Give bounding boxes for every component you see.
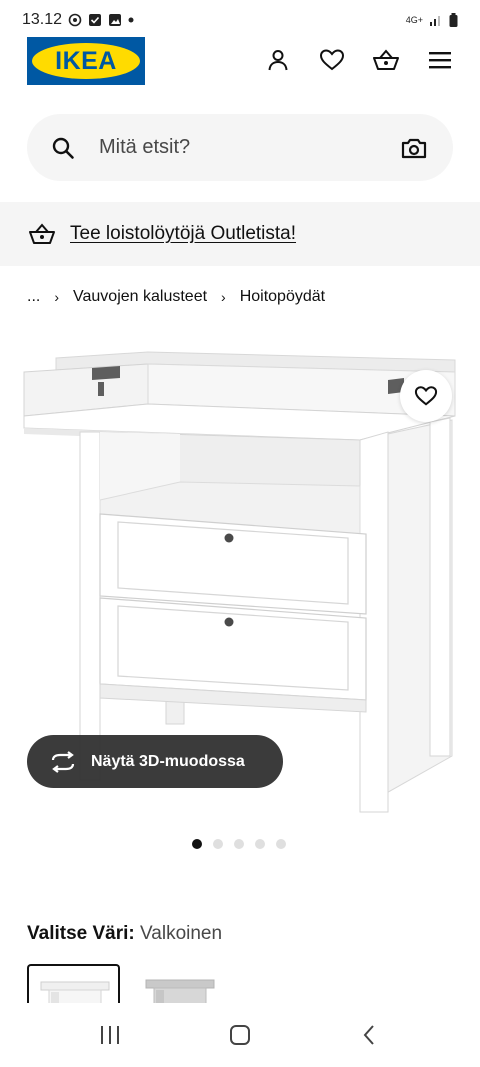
search-icon[interactable]	[51, 136, 75, 160]
ikea-logo[interactable]: IKEA	[27, 37, 145, 85]
rotate-3d-icon	[51, 750, 75, 773]
carousel-dot[interactable]	[255, 839, 265, 849]
logo-text: IKEA	[55, 46, 117, 75]
logo-oval: IKEA	[32, 43, 140, 79]
carousel-dot[interactable]	[276, 839, 286, 849]
color-swatches	[27, 964, 227, 1004]
breadcrumb-item-baby-furniture[interactable]: Vauvojen kalusteet	[73, 288, 207, 306]
carousel-dot[interactable]	[213, 839, 223, 849]
heart-icon	[414, 386, 438, 406]
basket-icon[interactable]	[372, 46, 400, 74]
battery-icon	[449, 13, 458, 27]
status-right: 4G+	[406, 13, 458, 27]
swatch-white[interactable]	[27, 964, 120, 1004]
status-bar: 13.12 4G+	[0, 0, 480, 40]
view-3d-label: Näytä 3D-muodossa	[91, 752, 245, 770]
signal-icon	[430, 16, 440, 26]
color-value: Valkoinen	[140, 923, 223, 944]
dot-icon	[128, 17, 134, 23]
heart-icon[interactable]	[318, 46, 346, 74]
basket-icon	[29, 223, 55, 244]
color-selection: Valitse Väri: Valkoinen	[27, 923, 222, 945]
breadcrumb-item-changing-tables[interactable]: Hoitopöydät	[240, 288, 325, 306]
chevron-right-icon: ›	[54, 289, 60, 305]
carousel-dots	[192, 839, 286, 849]
promo-link[interactable]: Tee loistolöytöjä Outletista!	[70, 223, 296, 245]
header: IKEA	[0, 36, 480, 86]
home-icon[interactable]	[229, 1024, 251, 1046]
favorite-button[interactable]	[400, 370, 452, 422]
outlet-promo-banner[interactable]: Tee loistolöytöjä Outletista!	[0, 202, 480, 266]
recent-apps-icon[interactable]	[99, 1024, 121, 1046]
breadcrumb: ... › Vauvojen kalusteet › Hoitopöydät	[27, 288, 325, 306]
user-icon[interactable]	[264, 46, 292, 74]
menu-icon[interactable]	[426, 46, 454, 74]
view-3d-button[interactable]: Näytä 3D-muodossa	[27, 735, 283, 788]
header-icons	[264, 46, 454, 74]
system-nav-bar	[0, 1003, 480, 1067]
check-box-icon	[89, 14, 102, 26]
chevron-right-icon: ›	[221, 289, 226, 305]
color-label: Valitse Väri:	[27, 923, 135, 944]
search-input[interactable]: Mitä etsit?	[99, 136, 401, 159]
swatch-grey[interactable]	[134, 964, 227, 1004]
camera-icon[interactable]	[401, 137, 427, 159]
image-icon	[109, 14, 122, 26]
back-icon[interactable]	[359, 1024, 381, 1046]
status-left: 13.12	[22, 11, 134, 29]
breadcrumb-ellipsis[interactable]: ...	[27, 288, 40, 306]
clock: 13.12	[22, 11, 63, 28]
search-bar[interactable]: Mitä etsit?	[27, 114, 453, 181]
carousel-dot[interactable]	[234, 839, 244, 849]
carousel-dot[interactable]	[192, 839, 202, 849]
sync-icon	[68, 13, 82, 27]
network-label: 4G+	[405, 15, 423, 25]
